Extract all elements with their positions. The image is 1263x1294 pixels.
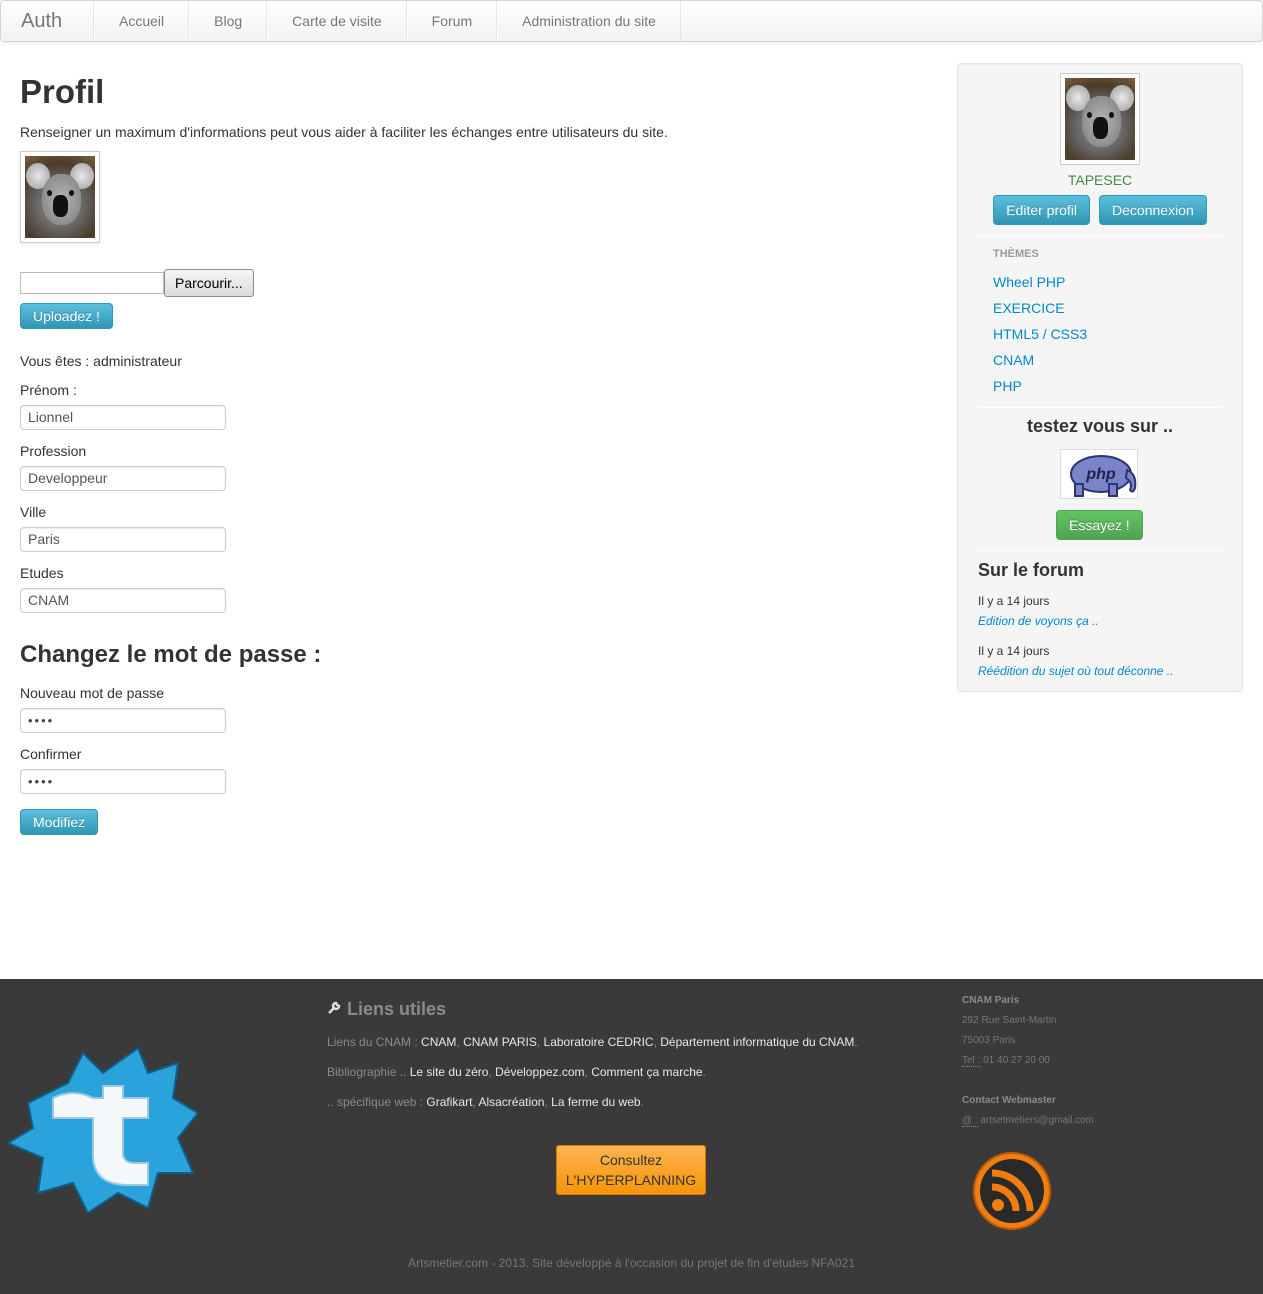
divider [978,236,1222,237]
theme-item-exercice[interactable]: EXERCICE [993,295,1087,321]
divider [978,407,1222,408]
link-ferme-du-web[interactable]: La ferme du web [551,1095,640,1109]
link-comment-ca-marche[interactable]: Comment ça marche [591,1065,702,1079]
forum-item: Il y a 14 jours Réédition du sujet où to… [978,641,1173,681]
phone-label: Tel : [962,1055,981,1067]
profile-intro: Renseigner un maximum d'informations peu… [20,124,668,140]
sidebar-username: TAPESEC [1067,172,1133,188]
koala-avatar-image [1065,78,1135,160]
cnam-links-prefix: Liens du CNAM : [327,1035,418,1049]
nav-item-administration[interactable]: Administration du site [497,1,681,41]
try-button[interactable]: Essayez ! [1056,510,1143,540]
biblio-prefix: Bibliographie .. [327,1065,407,1079]
sidebar-actions: Editer profil Deconnexion [958,195,1242,225]
confirm-password-field[interactable]: •••• [20,769,226,794]
city-label: Ville [20,504,47,520]
browse-button[interactable]: Parcourir... [164,269,254,297]
copyright: Artsmetier.com - 2013. Site développé à … [408,1256,855,1270]
avatar-upload-row: Parcourir... [20,269,920,297]
contact-city: 75003 Paris [962,1035,1016,1046]
contact-street: 292 Rue Saint-Martin [962,1015,1057,1026]
profession-field[interactable]: Developpeur [20,466,226,491]
webmaster-header: Contact Webmaster [962,1095,1056,1106]
profile-avatar [20,151,100,243]
hyperplanning-line2: L'HYPERPLANNING [565,1172,697,1188]
nav-item-blog[interactable]: Blog [189,1,268,41]
nav-item-forum[interactable]: Forum [406,1,498,41]
contact-block: CNAM Paris 292 Rue Saint-Martin 75003 Pa… [962,991,1094,1131]
theme-item-cnam[interactable]: CNAM [993,347,1087,373]
forum-item-link[interactable]: Réédition du sujet où tout déconne .. [978,661,1173,681]
twitter-bird-icon[interactable] [5,1043,200,1215]
theme-item-php[interactable]: PHP [993,373,1087,399]
theme-item-html5-css3[interactable]: HTML5 / CSS3 [993,321,1087,347]
link-cnam-paris[interactable]: CNAM PARIS [463,1035,537,1049]
profile-main: Profil Renseigner un maximum d'informati… [20,60,920,835]
nav-menu: Accueil Blog Carte de visite Forum Admin… [93,1,681,41]
wrench-icon [327,999,341,1020]
hyperplanning-button[interactable]: Consultez L'HYPERPLANNING [556,1145,706,1195]
new-password-label: Nouveau mot de passe [20,685,164,701]
useful-links-title: Liens utiles [327,999,887,1020]
top-navbar: Auth Accueil Blog Carte de visite Forum … [0,0,1263,42]
new-password-field[interactable]: •••• [20,708,226,733]
sidebar-avatar [1060,73,1140,165]
forum-item-time: Il y a 14 jours [978,644,1050,658]
cnam-links-row: Liens du CNAM : CNAM, CNAM PARIS, Labora… [327,1035,858,1049]
php-logo-text: php [1085,466,1116,483]
link-cnam[interactable]: CNAM [421,1035,456,1049]
link-site-du-zero[interactable]: Le site du zéro [410,1065,489,1079]
useful-links: Liens utiles Liens du CNAM : CNAM, CNAM … [327,999,887,1110]
rss-feed-icon[interactable] [972,1151,1052,1231]
firstname-label: Prénom : [20,382,77,398]
link-dept-info[interactable]: Département informatique du CNAM [660,1035,854,1049]
hyperplanning-line1: Consultez [599,1152,663,1168]
test-title: testez vous sur .. [1026,416,1174,436]
forum-item-time: Il y a 14 jours [978,594,1050,608]
themes-list: Wheel PHP EXERCICE HTML5 / CSS3 CNAM PHP [993,269,1087,399]
studies-label: Etudes [20,565,64,581]
email-label: @ : [962,1115,978,1127]
phone-number: 01 40 27 20 00 [983,1055,1050,1066]
link-developpez[interactable]: Développez.com [495,1065,584,1079]
link-alsacreation[interactable]: Alsacréation [478,1095,544,1109]
confirm-password-label: Confirmer [20,746,82,762]
nav-item-accueil[interactable]: Accueil [94,1,190,41]
php-elephant-logo[interactable]: php [1060,449,1138,499]
studies-field[interactable]: CNAM [20,588,226,613]
upload-button[interactable]: Uploadez ! [20,303,113,329]
divider [978,550,1222,551]
page-title: Profil [20,73,105,110]
email-address[interactable]: artsetmetiers@gmail.com [981,1115,1095,1126]
contact-name: CNAM Paris [962,995,1020,1006]
user-role: Vous êtes : administrateur [20,353,182,369]
koala-avatar-image [25,156,95,238]
web-prefix: .. spécifique web : [327,1095,424,1109]
password-section-title: Changez le mot de passe : [20,641,322,668]
forum-title: Sur le forum [978,560,1085,580]
brand-link[interactable]: Auth [1,1,93,41]
contact-phone: Tel : 01 40 27 20 00 [962,1051,1094,1071]
forum-item: Il y a 14 jours Edition de voyons ça .. [978,591,1099,631]
theme-item-wheel-php[interactable]: Wheel PHP [993,269,1087,295]
site-footer: Liens utiles Liens du CNAM : CNAM, CNAM … [0,979,1263,1294]
logout-button[interactable]: Deconnexion [1099,195,1207,225]
link-cedric[interactable]: Laboratoire CEDRIC [544,1035,654,1049]
biblio-links-row: Bibliographie .. Le site du zéro, Dévelo… [327,1065,706,1079]
user-sidebar: TAPESEC Editer profil Deconnexion THÈMES… [957,63,1243,692]
city-field[interactable]: Paris [20,527,226,552]
firstname-field[interactable]: Lionnel [20,405,226,430]
forum-item-link[interactable]: Edition de voyons ça .. [978,611,1099,631]
themes-header: THÈMES [993,248,1039,260]
link-grafikart[interactable]: Grafikart [426,1095,472,1109]
web-links-row: .. spécifique web : Grafikart, Alsacréat… [327,1095,644,1109]
modify-password-button[interactable]: Modifiez [20,809,99,835]
file-path-input[interactable] [20,272,164,294]
profession-label: Profession [20,443,87,459]
edit-profile-button[interactable]: Editer profil [993,195,1091,225]
useful-links-label: Liens utiles [347,999,447,1019]
contact-email: @ : artsetmetiers@gmail.com [962,1111,1094,1131]
nav-item-carte-de-visite[interactable]: Carte de visite [267,1,407,41]
